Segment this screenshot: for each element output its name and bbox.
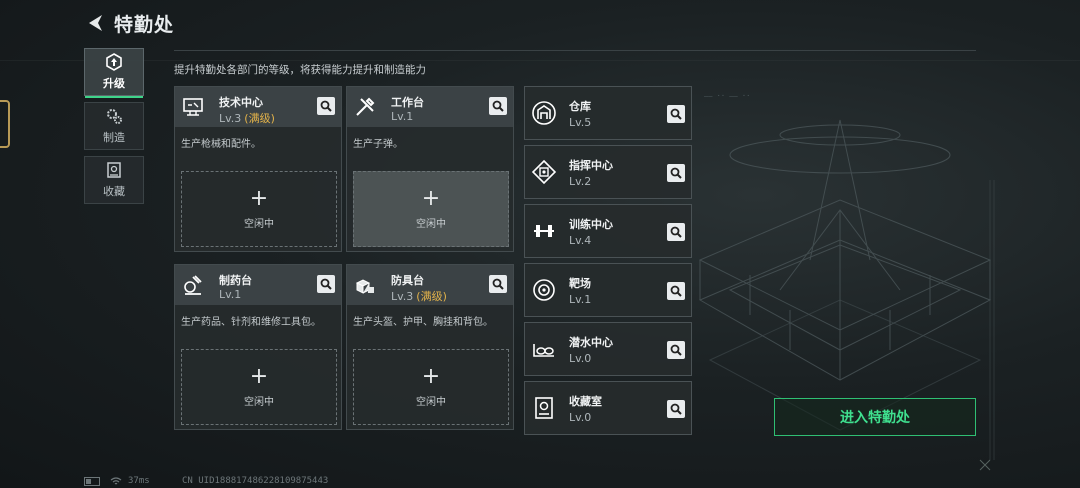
production-slot[interactable]: + 空闲中 xyxy=(181,171,337,247)
gear-icon xyxy=(107,109,122,124)
command-icon xyxy=(531,159,557,185)
facility-card-workbench: 工作台 Lv.1 生产子弹。 + 空闲中 xyxy=(346,86,514,252)
search-icon[interactable] xyxy=(667,164,685,182)
enter-button[interactable]: 进入特勤处 xyxy=(774,398,976,436)
slot-status: 空闲中 xyxy=(244,396,274,408)
uid-readout: CN UID18881748622810987544​3 xyxy=(182,476,329,486)
facility-card-pharmacy: 制药台 Lv.1 生产药品、针剂和维修工具包。 + 空闲中 xyxy=(174,264,342,430)
production-slot[interactable]: + 空闲中 xyxy=(181,349,337,425)
bg-line xyxy=(0,60,1080,61)
upgrade-icon xyxy=(106,53,122,71)
nav-craft-label: 制造 xyxy=(103,131,125,144)
production-slot[interactable]: + 空闲中 xyxy=(353,349,509,425)
side-badge xyxy=(0,100,10,148)
facility-level: Lv.2 xyxy=(569,175,592,188)
monitor-icon xyxy=(183,98,203,116)
facility-name: 防具台 xyxy=(391,274,424,287)
facility-card-armor-bench: 防具台 Lv.3 (满级) 生产头盔、护甲、胸挂和背包。 + 空闲中 xyxy=(346,264,514,430)
facility-level: Lv.3 (满级) xyxy=(391,288,447,304)
plus-icon: + xyxy=(249,185,269,211)
nav-collection[interactable]: 收藏 xyxy=(84,156,144,204)
facility-name: 工作台 xyxy=(391,96,424,109)
collection-icon xyxy=(107,162,121,178)
ping-readout: 37ms xyxy=(128,476,150,486)
facility-level: Lv.0 xyxy=(569,352,592,365)
facility-name: 收藏室 xyxy=(569,395,602,408)
search-icon[interactable] xyxy=(489,275,507,293)
divider xyxy=(174,50,976,51)
armor-boxes-icon xyxy=(355,279,374,294)
nav-collection-label: 收藏 xyxy=(103,185,125,198)
level-text: Lv.1 xyxy=(219,288,242,301)
facility-name: 技术中心 xyxy=(219,96,263,109)
facility-level: Lv.4 xyxy=(569,234,592,247)
facility-card-warehouse[interactable]: 仓库 Lv.5 xyxy=(524,86,692,140)
facility-level: Lv.1 xyxy=(391,110,416,123)
nav-upgrade[interactable]: 升级 xyxy=(84,48,144,98)
facility-name: 制药台 xyxy=(219,274,252,287)
max-level-tag: (满级) xyxy=(416,290,447,303)
facility-level: Lv.5 xyxy=(569,116,592,129)
battery-icon xyxy=(84,477,100,486)
facility-description: 生产药品、针剂和维修工具包。 xyxy=(181,317,321,328)
nav-craft[interactable]: 制造 xyxy=(84,102,144,150)
facility-card-tech-center: 技术中心 Lv.3 (满级) 生产枪械和配件。 + 空闲中 xyxy=(174,86,342,252)
facility-description: 生产枪械和配件。 xyxy=(181,139,261,150)
facility-card-command-center[interactable]: 指挥中心 Lv.2 xyxy=(524,145,692,199)
slot-status: 空闲中 xyxy=(244,218,274,230)
facility-level: Lv.0 xyxy=(569,411,592,424)
search-icon[interactable] xyxy=(667,400,685,418)
plus-icon: + xyxy=(421,363,441,389)
facility-name: 靶场 xyxy=(569,277,591,290)
level-text: Lv.3 xyxy=(219,112,242,125)
facility-description: 生产头盔、护甲、胸挂和背包。 xyxy=(353,317,493,328)
search-icon[interactable] xyxy=(317,275,335,293)
facility-name: 指挥中心 xyxy=(569,159,613,172)
collection-room-icon xyxy=(535,397,553,419)
facility-name: 训练中心 xyxy=(569,218,613,231)
facility-card-diving-center[interactable]: 潜水中心 Lv.0 xyxy=(524,322,692,376)
facility-card-training-center[interactable]: 训练中心 Lv.4 xyxy=(524,204,692,258)
svg-text:—— ·· —— ··: —— ·· —— ·· xyxy=(704,92,750,100)
dumbbell-icon xyxy=(534,225,554,237)
warehouse-icon xyxy=(532,101,556,125)
slot-status: 空闲中 xyxy=(416,218,446,230)
level-text: Lv.3 xyxy=(391,290,414,303)
search-icon[interactable] xyxy=(667,223,685,241)
facility-card-collection-room[interactable]: 收藏室 Lv.0 xyxy=(524,381,692,435)
search-icon[interactable] xyxy=(667,341,685,359)
facility-name: 潜水中心 xyxy=(569,336,613,349)
facility-card-shooting-range[interactable]: 靶场 Lv.1 xyxy=(524,263,692,317)
page-title: 特勤处 xyxy=(114,14,175,36)
search-icon[interactable] xyxy=(667,105,685,123)
wifi-icon xyxy=(110,477,122,485)
facility-level: Lv.1 xyxy=(219,288,244,301)
microscope-icon xyxy=(184,275,202,295)
production-slot[interactable]: + 空闲中 xyxy=(353,171,509,247)
plus-icon: + xyxy=(421,185,441,211)
facility-name: 仓库 xyxy=(569,100,591,113)
nav-upgrade-label: 升级 xyxy=(103,77,125,90)
facility-description: 生产子弹。 xyxy=(353,139,403,150)
search-icon[interactable] xyxy=(317,97,335,115)
target-icon xyxy=(533,279,555,301)
tools-icon xyxy=(356,97,375,116)
search-icon[interactable] xyxy=(489,97,507,115)
diving-mask-icon xyxy=(533,344,554,357)
back-arrow-icon[interactable] xyxy=(84,12,106,34)
facility-level: Lv.1 xyxy=(569,293,592,306)
facility-level: Lv.3 (满级) xyxy=(219,110,275,126)
slot-status: 空闲中 xyxy=(416,396,446,408)
level-text: Lv.1 xyxy=(391,110,414,123)
search-icon[interactable] xyxy=(667,282,685,300)
page-subtitle: 提升特勤处各部门的等级，将获得能力提升和制造能力 xyxy=(174,64,426,76)
max-level-tag: (满级) xyxy=(244,112,275,125)
plus-icon: + xyxy=(249,363,269,389)
